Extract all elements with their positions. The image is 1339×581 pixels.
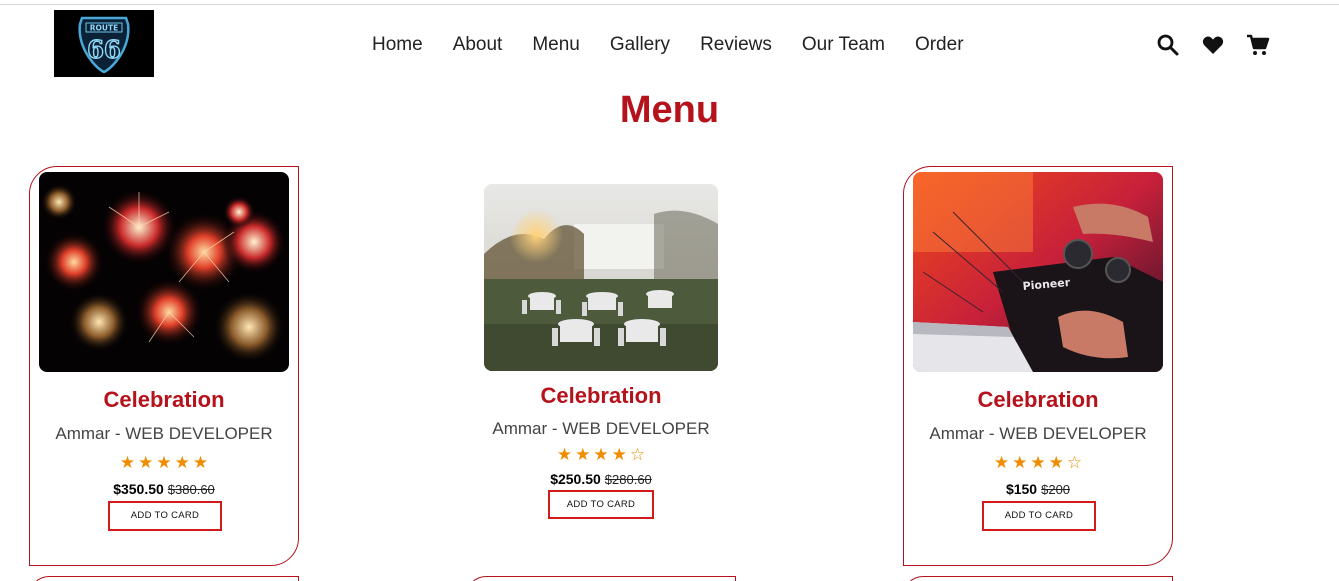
menu-card: Celebration Ammar - WEB DEVELOPER ★ ★ ★ … bbox=[466, 176, 736, 546]
cart-icon[interactable] bbox=[1246, 33, 1271, 57]
nav-our-team[interactable]: Our Team bbox=[802, 33, 885, 57]
nav-menu[interactable]: Menu bbox=[532, 33, 580, 57]
current-price: $150 bbox=[1005, 481, 1038, 497]
star-filled-icon: ★ bbox=[174, 453, 190, 472]
card-subtitle: Ammar - WEB DEVELOPER bbox=[929, 424, 1147, 443]
star-filled-icon: ★ bbox=[1012, 453, 1028, 472]
star-filled-icon: ★ bbox=[156, 453, 172, 472]
current-price: $350.50 bbox=[113, 481, 164, 497]
star-rating: ★ ★ ★ ★ ☆ bbox=[466, 446, 736, 464]
star-filled-icon: ★ bbox=[993, 453, 1010, 472]
search-icon[interactable] bbox=[1156, 33, 1181, 57]
dj-mixer-image: Pioneer bbox=[913, 172, 1163, 372]
star-rating: ★ ★ ★ ★ ☆ bbox=[904, 454, 1172, 472]
card-subtitle: Ammar - WEB DEVELOPER bbox=[55, 424, 273, 443]
nav-gallery[interactable]: Gallery bbox=[610, 33, 670, 57]
card-title: Celebration bbox=[540, 383, 662, 408]
star-filled-icon: ★ bbox=[138, 453, 154, 472]
menu-card: Celebration Ammar - WEB DEVELOPER ★ ★ ★ … bbox=[29, 166, 299, 566]
star-empty-icon: ☆ bbox=[629, 445, 646, 464]
price-row: $250.50 $280.60 bbox=[466, 470, 736, 489]
heart-icon[interactable] bbox=[1201, 33, 1226, 57]
header-icons bbox=[1156, 33, 1271, 57]
add-to-cart-button[interactable]: ADD TO CARD bbox=[982, 501, 1096, 531]
nav-about[interactable]: About bbox=[453, 33, 503, 57]
next-card-edge bbox=[466, 576, 736, 581]
price-row: $350.50 $380.60 bbox=[30, 480, 298, 499]
nav-home[interactable]: Home bbox=[372, 33, 423, 57]
add-to-cart-button[interactable]: ADD TO CARD bbox=[108, 501, 222, 531]
old-price: $380.60 bbox=[167, 482, 215, 497]
nav-order[interactable]: Order bbox=[915, 33, 964, 57]
svg-text:ROUTE: ROUTE bbox=[90, 24, 118, 33]
route-66-logo[interactable]: ROUTE 66 bbox=[54, 10, 154, 77]
star-empty-icon: ☆ bbox=[1066, 453, 1083, 472]
star-filled-icon: ★ bbox=[1048, 453, 1064, 472]
star-filled-icon: ★ bbox=[593, 445, 609, 464]
card-title: Celebration bbox=[977, 387, 1099, 412]
star-filled-icon: ★ bbox=[556, 445, 573, 464]
star-filled-icon: ★ bbox=[575, 445, 591, 464]
nav-reviews[interactable]: Reviews bbox=[700, 33, 772, 57]
wedding-tables-image bbox=[484, 184, 718, 371]
card-title: Celebration bbox=[103, 387, 225, 412]
top-divider bbox=[0, 4, 1339, 5]
old-price: $280.60 bbox=[604, 472, 652, 487]
next-card-edge bbox=[903, 576, 1173, 581]
add-to-cart-button[interactable]: ADD TO CARD bbox=[548, 490, 654, 519]
current-price: $250.50 bbox=[550, 471, 601, 487]
price-row: $150 $200 bbox=[904, 480, 1172, 499]
star-filled-icon: ★ bbox=[1030, 453, 1046, 472]
menu-card: Pioneer Celebration Ammar - WEB DEVELOPE… bbox=[903, 166, 1173, 566]
next-card-edge bbox=[29, 576, 299, 581]
card-subtitle: Ammar - WEB DEVELOPER bbox=[492, 419, 710, 438]
old-price: $200 bbox=[1041, 482, 1071, 497]
svg-text:66: 66 bbox=[87, 35, 120, 64]
main-nav: Home About Menu Gallery Reviews Our Team… bbox=[372, 33, 964, 57]
star-filled-icon: ★ bbox=[611, 445, 627, 464]
star-filled-icon: ★ bbox=[119, 453, 136, 472]
star-filled-icon: ★ bbox=[192, 453, 209, 472]
star-rating: ★ ★ ★ ★ ★ bbox=[30, 454, 298, 472]
fireworks-image bbox=[39, 172, 289, 372]
section-title: Menu bbox=[619, 89, 720, 131]
